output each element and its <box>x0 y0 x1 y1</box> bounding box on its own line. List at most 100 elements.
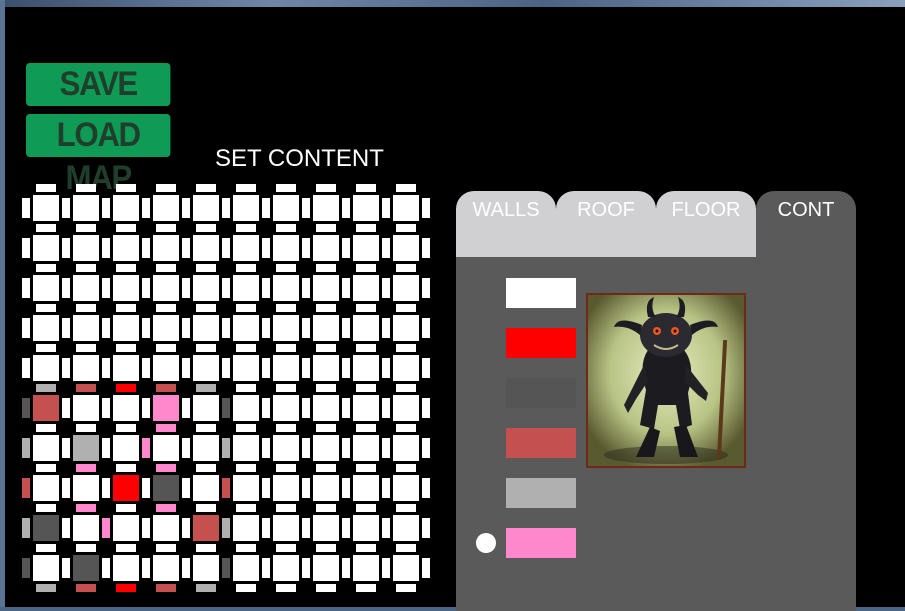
map-cell[interactable] <box>353 395 379 421</box>
map-wall-horizontal[interactable] <box>116 464 136 472</box>
map-cell[interactable] <box>153 275 179 301</box>
map-wall-vertical[interactable] <box>222 398 230 418</box>
map-wall-vertical[interactable] <box>102 358 110 378</box>
map-wall-vertical[interactable] <box>382 438 390 458</box>
map-wall-vertical[interactable] <box>222 558 230 578</box>
map-cell[interactable] <box>153 435 179 461</box>
map-wall-horizontal[interactable] <box>116 544 136 552</box>
map-wall-horizontal[interactable] <box>76 224 96 232</box>
map-wall-vertical[interactable] <box>262 518 270 538</box>
map-wall-horizontal[interactable] <box>116 304 136 312</box>
map-wall-vertical[interactable] <box>422 358 430 378</box>
map-cell[interactable] <box>73 355 99 381</box>
map-wall-vertical[interactable] <box>182 238 190 258</box>
map-wall-vertical[interactable] <box>342 278 350 298</box>
selected-swatch-radio[interactable] <box>476 533 496 553</box>
map-cell[interactable] <box>233 435 259 461</box>
map-wall-horizontal[interactable] <box>276 184 296 192</box>
map-wall-vertical[interactable] <box>22 278 30 298</box>
map-cell[interactable] <box>313 555 339 581</box>
map-wall-horizontal[interactable] <box>196 264 216 272</box>
map-wall-horizontal[interactable] <box>196 544 216 552</box>
map-wall-horizontal[interactable] <box>396 224 416 232</box>
map-cell[interactable] <box>113 355 139 381</box>
map-wall-vertical[interactable] <box>142 318 150 338</box>
map-wall-vertical[interactable] <box>222 438 230 458</box>
map-wall-horizontal[interactable] <box>196 344 216 352</box>
map-cell[interactable] <box>153 555 179 581</box>
map-wall-horizontal[interactable] <box>316 584 336 592</box>
map-wall-vertical[interactable] <box>222 198 230 218</box>
map-wall-vertical[interactable] <box>22 558 30 578</box>
map-wall-vertical[interactable] <box>302 518 310 538</box>
map-cell[interactable] <box>33 555 59 581</box>
map-wall-vertical[interactable] <box>262 358 270 378</box>
map-wall-vertical[interactable] <box>182 478 190 498</box>
map-wall-horizontal[interactable] <box>316 344 336 352</box>
map-wall-vertical[interactable] <box>422 518 430 538</box>
map-wall-horizontal[interactable] <box>236 424 256 432</box>
map-wall-horizontal[interactable] <box>276 584 296 592</box>
map-wall-horizontal[interactable] <box>356 304 376 312</box>
map-wall-vertical[interactable] <box>302 198 310 218</box>
map-wall-horizontal[interactable] <box>196 304 216 312</box>
map-wall-vertical[interactable] <box>342 198 350 218</box>
tab-content[interactable]: CONT <box>756 191 856 258</box>
map-wall-vertical[interactable] <box>422 478 430 498</box>
map-wall-horizontal[interactable] <box>156 384 176 392</box>
map-wall-horizontal[interactable] <box>356 544 376 552</box>
map-wall-horizontal[interactable] <box>156 424 176 432</box>
map-cell[interactable] <box>153 515 179 541</box>
map-cell[interactable] <box>153 195 179 221</box>
map-wall-horizontal[interactable] <box>76 304 96 312</box>
map-cell[interactable] <box>193 555 219 581</box>
map-wall-vertical[interactable] <box>262 278 270 298</box>
map-wall-vertical[interactable] <box>62 238 70 258</box>
map-wall-vertical[interactable] <box>382 398 390 418</box>
map-cell[interactable] <box>353 515 379 541</box>
map-wall-horizontal[interactable] <box>36 344 56 352</box>
map-wall-horizontal[interactable] <box>236 264 256 272</box>
map-wall-horizontal[interactable] <box>396 264 416 272</box>
map-wall-vertical[interactable] <box>62 278 70 298</box>
map-cell[interactable] <box>153 395 179 421</box>
tab-walls[interactable]: WALLS <box>456 191 556 258</box>
map-cell[interactable] <box>193 435 219 461</box>
map-wall-vertical[interactable] <box>342 398 350 418</box>
map-wall-vertical[interactable] <box>182 438 190 458</box>
map-wall-vertical[interactable] <box>142 398 150 418</box>
map-cell[interactable] <box>113 515 139 541</box>
map-cell[interactable] <box>73 475 99 501</box>
map-cell[interactable] <box>273 475 299 501</box>
map-cell[interactable] <box>393 275 419 301</box>
map-wall-vertical[interactable] <box>102 398 110 418</box>
map-cell[interactable] <box>393 355 419 381</box>
map-wall-horizontal[interactable] <box>156 304 176 312</box>
map-wall-horizontal[interactable] <box>316 464 336 472</box>
map-wall-horizontal[interactable] <box>116 264 136 272</box>
map-wall-vertical[interactable] <box>222 518 230 538</box>
map-wall-horizontal[interactable] <box>236 304 256 312</box>
map-wall-vertical[interactable] <box>182 398 190 418</box>
map-wall-horizontal[interactable] <box>196 384 216 392</box>
map-cell[interactable] <box>353 435 379 461</box>
map-cell[interactable] <box>153 355 179 381</box>
map-cell[interactable] <box>113 315 139 341</box>
map-wall-vertical[interactable] <box>102 278 110 298</box>
map-cell[interactable] <box>73 275 99 301</box>
map-wall-vertical[interactable] <box>422 238 430 258</box>
map-wall-horizontal[interactable] <box>196 184 216 192</box>
map-wall-vertical[interactable] <box>342 358 350 378</box>
map-wall-vertical[interactable] <box>182 318 190 338</box>
map-wall-vertical[interactable] <box>342 238 350 258</box>
map-wall-vertical[interactable] <box>22 398 30 418</box>
map-cell[interactable] <box>113 275 139 301</box>
map-wall-horizontal[interactable] <box>276 344 296 352</box>
map-wall-vertical[interactable] <box>102 318 110 338</box>
map-wall-horizontal[interactable] <box>276 224 296 232</box>
map-wall-horizontal[interactable] <box>196 464 216 472</box>
map-wall-vertical[interactable] <box>382 278 390 298</box>
map-wall-horizontal[interactable] <box>196 584 216 592</box>
map-wall-vertical[interactable] <box>182 558 190 578</box>
map-wall-horizontal[interactable] <box>36 224 56 232</box>
